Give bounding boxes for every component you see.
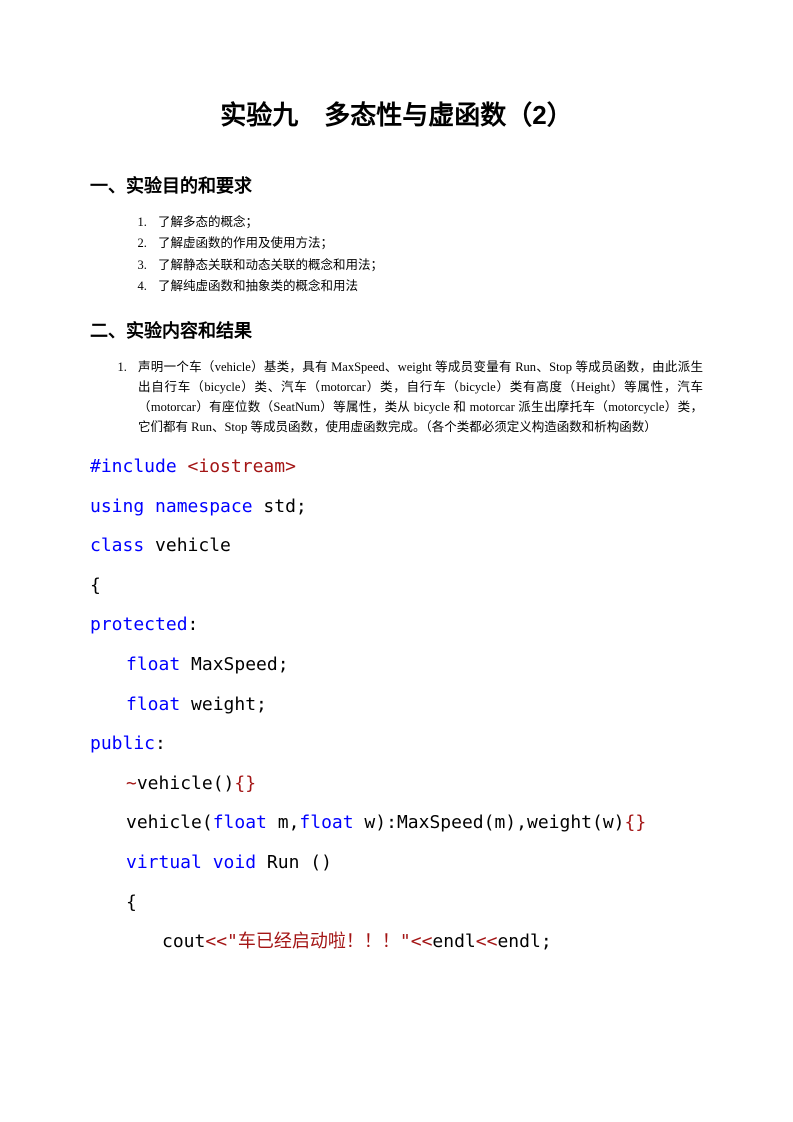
code-include: <iostream> [188, 456, 296, 477]
code-text: : [155, 733, 166, 754]
code-line: vehicle(float m,float w):MaxSpeed(m),wei… [90, 803, 703, 843]
code-keyword: float [126, 694, 180, 715]
code-line: #include <iostream> [90, 447, 703, 487]
code-text: vehicle [144, 535, 231, 556]
code-string: "车已经启动啦！！！" [227, 931, 411, 952]
code-text: : [188, 614, 199, 635]
code-line: public: [90, 724, 703, 764]
code-line: float MaxSpeed; [90, 645, 703, 685]
list-item: 了解静态关联和动态关联的概念和用法； [150, 255, 703, 276]
code-keyword: virtual [126, 852, 202, 873]
content-list: 声明一个车（vehicle）基类，具有 MaxSpeed、weight 等成员变… [90, 357, 703, 437]
code-braces: {} [234, 773, 256, 794]
code-op: << [411, 931, 433, 952]
code-text: m, [267, 812, 300, 833]
code-keyword: public [90, 733, 155, 754]
code-block: #include <iostream> using namespace std;… [90, 447, 703, 962]
code-line: protected: [90, 605, 703, 645]
code-keyword: void [213, 852, 256, 873]
code-keyword: protected [90, 614, 188, 635]
code-line: { [90, 566, 703, 606]
code-keyword: float [126, 654, 180, 675]
code-text: Run () [256, 852, 332, 873]
code-text: endl; [497, 931, 551, 952]
code-text: w):MaxSpeed(m),weight(w) [354, 812, 625, 833]
code-keyword: float [299, 812, 353, 833]
code-text: vehicle() [137, 773, 235, 794]
code-braces: {} [625, 812, 647, 833]
code-tilde: ~ [126, 773, 137, 794]
objectives-list: 了解多态的概念； 了解虚函数的作用及使用方法； 了解静态关联和动态关联的概念和用… [90, 212, 703, 297]
code-line: virtual void Run () [90, 843, 703, 883]
code-text: std; [253, 496, 307, 517]
code-text: cout [162, 931, 205, 952]
code-keyword: class [90, 535, 144, 556]
code-text [202, 852, 213, 873]
code-line: using namespace std; [90, 487, 703, 527]
list-item: 了解虚函数的作用及使用方法； [150, 233, 703, 254]
list-item: 了解多态的概念； [150, 212, 703, 233]
code-line: { [90, 883, 703, 923]
page-title: 实验九 多态性与虚函数（2） [90, 95, 703, 132]
code-line: cout<<"车已经启动啦！！！"<<endl<<endl; [90, 922, 703, 962]
code-text: endl [432, 931, 475, 952]
code-text: weight; [180, 694, 267, 715]
code-line: ~vehicle(){} [90, 764, 703, 804]
section-heading-1: 一、实验目的和要求 [90, 172, 703, 198]
code-text [144, 496, 155, 517]
list-item: 了解纯虚函数和抽象类的概念和用法 [150, 276, 703, 297]
list-item: 声明一个车（vehicle）基类，具有 MaxSpeed、weight 等成员变… [130, 357, 703, 437]
code-keyword: using [90, 496, 144, 517]
document-page: 实验九 多态性与虚函数（2） 一、实验目的和要求 了解多态的概念； 了解虚函数的… [0, 0, 793, 1022]
code-keyword: namespace [155, 496, 253, 517]
code-op: << [476, 931, 498, 952]
code-text: vehicle( [126, 812, 213, 833]
code-op: << [205, 931, 227, 952]
code-line: class vehicle [90, 526, 703, 566]
code-keyword: #include [90, 456, 188, 477]
code-keyword: float [213, 812, 267, 833]
section-heading-2: 二、实验内容和结果 [90, 317, 703, 343]
code-line: float weight; [90, 685, 703, 725]
code-text: MaxSpeed; [180, 654, 288, 675]
